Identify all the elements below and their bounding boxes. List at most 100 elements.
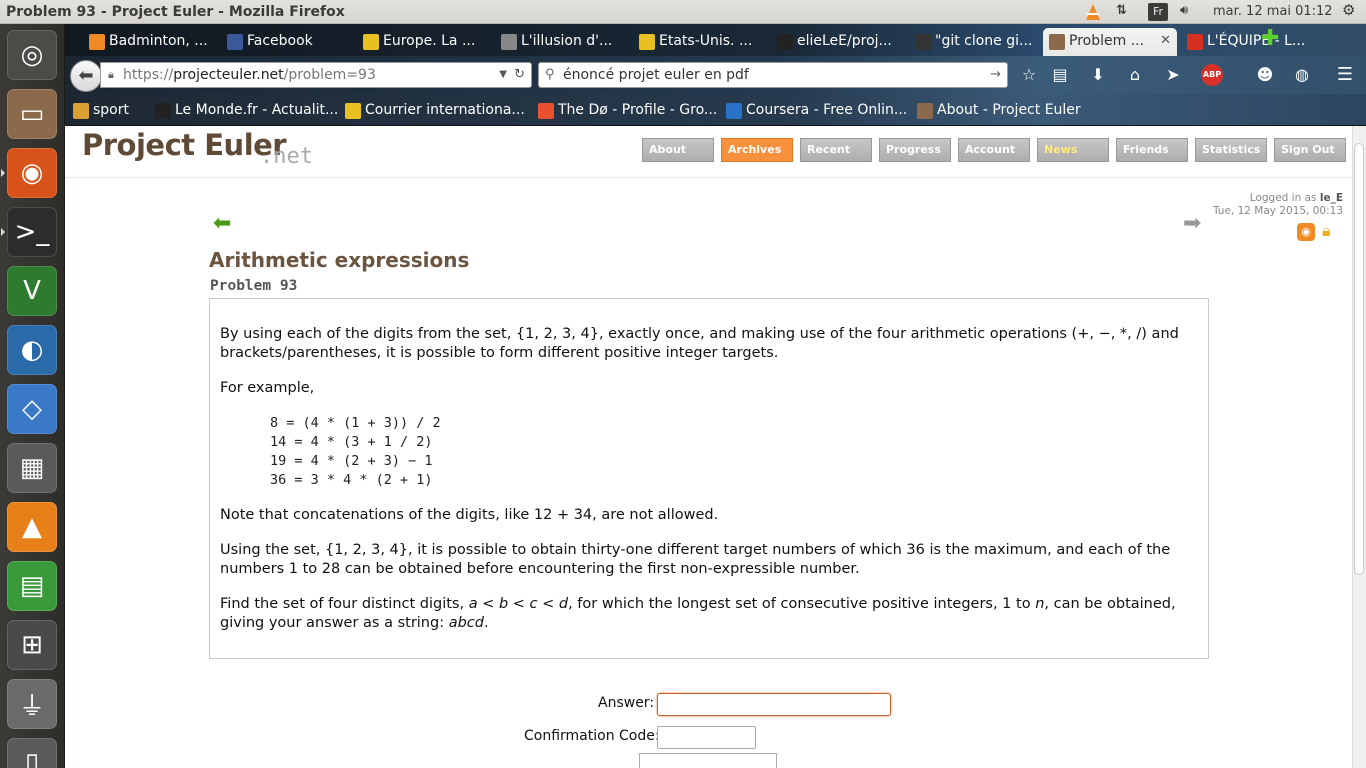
terminal-icon[interactable]: >_ bbox=[7, 207, 57, 257]
captcha-image bbox=[639, 753, 777, 768]
chat-icon[interactable]: ☻ bbox=[1254, 64, 1276, 86]
nav-account[interactable]: Account bbox=[958, 138, 1030, 162]
network-icon[interactable]: ◐ bbox=[7, 325, 57, 375]
current-datetime: Tue, 12 May 2015, 00:13 bbox=[1212, 205, 1343, 217]
lock-icon[interactable]: 🔒︎ bbox=[1322, 221, 1340, 241]
answer-input[interactable] bbox=[657, 693, 891, 716]
tab-favicon-icon bbox=[89, 34, 105, 50]
usb-drive-icon[interactable]: ⏚ bbox=[7, 679, 57, 729]
tab-favicon-icon bbox=[1049, 34, 1065, 50]
page-content: Project Euler .net About Archives Recent Pr… bbox=[65, 126, 1352, 768]
confirmation-code-input[interactable] bbox=[657, 726, 756, 749]
calculator-icon[interactable]: ▦ bbox=[7, 443, 57, 493]
vlc-icon[interactable]: ▲ bbox=[7, 502, 57, 552]
bookmark-item[interactable]: Courrier internationa... bbox=[345, 102, 525, 120]
keyboard-layout-indicator[interactable]: Fr bbox=[1148, 3, 1168, 21]
url-bar[interactable]: 🔒︎ https://projecteuler.net/problem=93 ▼ … bbox=[100, 62, 532, 88]
clock[interactable]: mar. 12 mai 01:12 bbox=[1213, 4, 1333, 22]
nav-sign-out[interactable]: Sign Out bbox=[1274, 138, 1346, 162]
nav-about[interactable]: About bbox=[642, 138, 714, 162]
nav-progress[interactable]: Progress bbox=[879, 138, 951, 162]
tab-label: Europe. La ... bbox=[383, 33, 476, 49]
browser-tab[interactable]: Badminton, ... bbox=[83, 28, 217, 56]
url-dropdown-icon[interactable]: ▼ bbox=[499, 63, 507, 87]
example-line: 8 = (4 * (1 + 3)) / 2 bbox=[270, 415, 441, 431]
bookmark-favicon-icon bbox=[155, 103, 171, 119]
ubuntu-dash-icon[interactable]: ◎ bbox=[7, 30, 57, 80]
nav-archives[interactable]: Archives bbox=[721, 138, 793, 162]
send-icon[interactable]: ➤ bbox=[1162, 64, 1184, 86]
previous-problem-arrow-icon[interactable]: ⬅ bbox=[213, 211, 231, 236]
tab-label: Facebook bbox=[247, 33, 313, 49]
home-icon[interactable]: ⌂ bbox=[1124, 64, 1146, 86]
rss-icon[interactable]: ◉ bbox=[1297, 223, 1315, 241]
tab-favicon-icon bbox=[363, 34, 379, 50]
browser-tab[interactable]: "git clone gi... bbox=[909, 28, 1039, 56]
site-logo-suffix: .net bbox=[260, 144, 313, 169]
bookmark-item[interactable]: sport bbox=[73, 102, 129, 120]
search-bar[interactable]: ⚲ énoncé projet euler en pdf → bbox=[538, 62, 1008, 88]
volume-icon[interactable]: 🔊︎ bbox=[1180, 3, 1204, 21]
question-text: Find the set of four distinct digits, bbox=[220, 596, 469, 612]
next-problem-arrow-icon[interactable]: ➡ bbox=[1183, 211, 1201, 236]
adblock-icon[interactable]: ABP bbox=[1201, 64, 1223, 86]
problem-title: Arithmetic expressions bbox=[209, 248, 470, 272]
reading-list-icon[interactable]: ▤ bbox=[1049, 64, 1071, 86]
site-logo[interactable]: Project Euler bbox=[82, 128, 287, 162]
example-line: 36 = 3 * 4 * (2 + 1) bbox=[270, 472, 433, 488]
browser-tab[interactable]: Facebook bbox=[221, 28, 353, 56]
trash-icon[interactable]: ▯ bbox=[7, 738, 57, 768]
nav-recent[interactable]: Recent bbox=[800, 138, 872, 162]
logged-in-label: Logged in as bbox=[1249, 192, 1320, 204]
browser-tab[interactable]: L'ÉQUIPE - L... bbox=[1181, 28, 1305, 56]
bookmark-label: Le Monde.fr - Actualit... bbox=[175, 102, 339, 118]
question-variables: a < b < c < d bbox=[468, 596, 569, 612]
menu-icon[interactable]: ☰ bbox=[1334, 64, 1356, 86]
bookmark-item[interactable]: The Dø - Profile - Gro... bbox=[538, 102, 717, 120]
vlc-tray-icon[interactable] bbox=[1085, 3, 1103, 21]
close-tab-icon[interactable]: ✕ bbox=[1160, 28, 1171, 54]
bookmark-item[interactable]: Le Monde.fr - Actualit... bbox=[155, 102, 338, 120]
username: le_E bbox=[1319, 192, 1343, 204]
nav-statistics[interactable]: Statistics bbox=[1195, 138, 1267, 162]
browser-tab[interactable]: Etats-Unis. ... bbox=[633, 28, 767, 56]
bookmark-item[interactable]: Coursera - Free Onlin... bbox=[726, 102, 907, 120]
new-tab-icon[interactable]: ✚ bbox=[1261, 26, 1279, 51]
vim-icon[interactable]: V bbox=[7, 266, 57, 316]
tab-label: Etats-Unis. ... bbox=[659, 33, 753, 49]
problem-paragraph: Using the set, {1, 2, 3, 4}, it is possi… bbox=[220, 542, 1171, 577]
network-tray-icon[interactable]: ⇅ bbox=[1116, 3, 1134, 21]
bookmark-item[interactable]: About - Project Euler bbox=[917, 102, 1081, 120]
firefox-icon[interactable]: ◉ bbox=[7, 148, 57, 198]
browser-tab[interactable]: Europe. La ... bbox=[357, 28, 491, 56]
search-go-icon[interactable]: → bbox=[990, 63, 1001, 87]
tab-favicon-icon bbox=[915, 34, 931, 50]
scrollbar-thumb[interactable] bbox=[1354, 143, 1364, 575]
url-protocol: https:// bbox=[123, 67, 174, 83]
question-text: , for which the longest set of consecuti… bbox=[568, 596, 1036, 612]
files-icon[interactable]: ▭ bbox=[7, 89, 57, 139]
session-gear-icon[interactable]: ⚙ bbox=[1342, 1, 1360, 19]
nav-friends[interactable]: Friends bbox=[1116, 138, 1188, 162]
tab-favicon-icon bbox=[777, 34, 793, 50]
browser-tab[interactable]: elieLeE/proj... bbox=[771, 28, 905, 56]
workspaces-icon[interactable]: ⊞ bbox=[7, 620, 57, 670]
answer-label: Answer: bbox=[598, 695, 655, 711]
virtualbox-icon[interactable]: ◇ bbox=[7, 384, 57, 434]
examples-block: 8 = (4 * (1 + 3)) / 2 14 = 4 * (3 + 1 / … bbox=[270, 414, 1198, 490]
bookmark-star-icon[interactable]: ☆ bbox=[1018, 64, 1040, 86]
browser-tab[interactable]: L'illusion d'... bbox=[495, 28, 629, 56]
system-top-panel: Problem 93 - Project Euler - Mozilla Fir… bbox=[0, 0, 1366, 24]
search-value: énoncé projet euler en pdf bbox=[563, 67, 749, 83]
globe-icon[interactable]: ◍ bbox=[1291, 64, 1313, 86]
downloads-icon[interactable]: ⬇ bbox=[1087, 64, 1109, 86]
bookmark-favicon-icon bbox=[345, 103, 361, 119]
browser-tab[interactable]: Problem ... ✕ bbox=[1043, 28, 1177, 56]
site-header: Project Euler .net About Archives Recent Pr… bbox=[65, 126, 1352, 178]
reload-icon[interactable]: ↻ bbox=[514, 63, 525, 87]
spreadsheet-icon[interactable]: ▤ bbox=[7, 561, 57, 611]
back-button[interactable]: ⬅ bbox=[70, 60, 102, 92]
window-title: Problem 93 - Project Euler - Mozilla Fir… bbox=[6, 4, 345, 20]
login-info: Logged in as le_E Tue, 12 May 2015, 00:1… bbox=[1213, 192, 1343, 218]
nav-news[interactable]: News bbox=[1037, 138, 1109, 162]
